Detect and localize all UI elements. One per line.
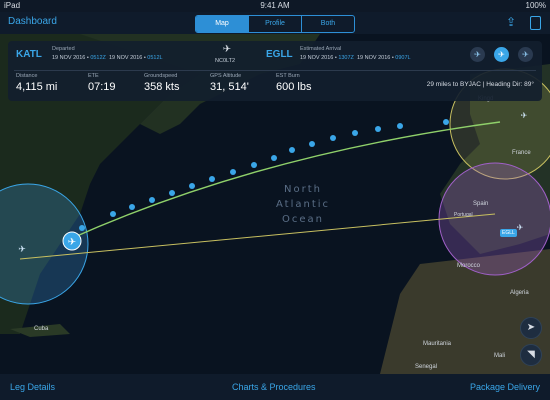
- estimated-arrival-label: Estimated Arrival: [300, 46, 342, 52]
- dashboard-button[interactable]: Dashboard: [8, 16, 57, 27]
- map-label-cuba: Cuba: [34, 326, 49, 332]
- waypoint: [79, 225, 85, 231]
- waypoint: [352, 130, 358, 136]
- descent-view-icon[interactable]: ✈: [518, 47, 533, 62]
- departure-time-utc: 0512Z: [90, 55, 106, 61]
- map-label-portugal: Portugal: [454, 212, 473, 218]
- departure-date-utc: 19 NOV 2016: [52, 55, 86, 61]
- waypoint: [129, 204, 135, 210]
- stat-label: GPS Altitude: [210, 73, 242, 79]
- nav-bar: Dashboard Map Profile Both ⇪: [0, 12, 550, 34]
- stat-est-burn: EST Burn 600 lbs: [276, 73, 311, 93]
- waypoint: [309, 141, 315, 147]
- status-bar: iPad 9:41 AM 100%: [0, 0, 550, 12]
- arrival-times: 19 NOV 2016 • 1307Z 19 NOV 2016 • 0907L: [300, 55, 411, 61]
- departure-time-local: 0512L: [147, 55, 163, 61]
- map-label-morocco: Morocco: [457, 263, 481, 269]
- leg-details-button[interactable]: Leg Details: [10, 382, 55, 392]
- aircraft-icon: ✈: [222, 44, 232, 55]
- map-label-algeria: Algeria: [510, 290, 529, 296]
- departure-date-local: 19 NOV 2016: [108, 55, 143, 61]
- tab-both[interactable]: Both: [301, 16, 354, 32]
- document-icon[interactable]: [530, 15, 544, 30]
- waypoint: [330, 135, 336, 141]
- stat-label: Distance: [16, 73, 38, 79]
- stat-label: Groundspeed: [144, 73, 178, 79]
- bottom-toolbar: Leg Details Charts & Procedures Package …: [0, 374, 550, 400]
- nav-actions: ⇪: [504, 15, 544, 30]
- map-label-mauritania: Mauritania: [423, 341, 452, 347]
- tab-profile[interactable]: Profile: [248, 16, 301, 32]
- locate-icon[interactable]: ➤: [520, 317, 542, 339]
- stat-groundspeed: Groundspeed 358 kts: [144, 73, 179, 93]
- waypoint: [289, 147, 295, 153]
- waypoint: [189, 183, 195, 189]
- stat-value: 31, 514': [210, 81, 249, 93]
- arrival-time-utc: 1307Z: [338, 55, 354, 61]
- next-waypoint-info: 29 miles to BYJAC | Heading Dir: 89°: [426, 81, 534, 88]
- arrival-date-utc: 19 NOV 2016: [300, 55, 334, 61]
- ocean-label: North Atlantic Ocean: [258, 182, 348, 227]
- departure-code: KATL: [16, 49, 42, 60]
- stat-value: 4,115 mi: [16, 81, 58, 93]
- stat-value: 358 kts: [144, 81, 180, 93]
- departed-label: Departed: [52, 46, 75, 52]
- flight-info-panel: KATL Departed 19 NOV 2016 • 0512Z 19 NOV…: [8, 41, 542, 101]
- clock: 9:41 AM: [260, 1, 290, 10]
- waypoint: [397, 123, 403, 129]
- aircraft-id: NC0LT2: [215, 58, 236, 64]
- departure-airplane-icon: ✈: [18, 244, 26, 254]
- stat-label: EST Burn: [276, 73, 300, 79]
- battery-label: 100%: [525, 1, 546, 10]
- map-label-mali: Mali: [494, 353, 506, 359]
- waypoint: [230, 169, 236, 175]
- waypoint: [209, 176, 215, 182]
- stat-value: 600 lbs: [276, 81, 312, 93]
- waypoint: [110, 211, 116, 217]
- waypoint: [169, 190, 175, 196]
- map-label-france: France: [512, 150, 531, 156]
- north-up-icon[interactable]: ◥: [520, 344, 542, 366]
- charts-procedures-button[interactable]: Charts & Procedures: [232, 382, 316, 392]
- destination-tag[interactable]: EGLL: [500, 229, 517, 237]
- map-label-spain: Spain: [473, 201, 489, 207]
- alternate-airplane-icon: ✈: [521, 111, 528, 120]
- cruise-view-icon[interactable]: ✈: [494, 47, 509, 62]
- share-icon[interactable]: ⇪: [504, 15, 518, 29]
- departure-times: 19 NOV 2016 • 0512Z 19 NOV 2016 • 0512L: [52, 55, 163, 61]
- destination-range-circle: [438, 162, 550, 276]
- package-delivery-button[interactable]: Package Delivery: [470, 382, 540, 392]
- panel-divider: [14, 70, 536, 71]
- view-segmented-control: Map Profile Both: [195, 15, 355, 33]
- stat-ete: ETE 07:19: [88, 73, 116, 93]
- waypoint: [271, 155, 277, 161]
- waypoint: [375, 126, 381, 132]
- stat-label: ETE: [88, 73, 99, 79]
- arrival-code: EGLL: [266, 49, 293, 60]
- ocean-label-line: Atlantic: [275, 199, 331, 210]
- map-label-senegal: Senegal: [415, 364, 438, 370]
- arrival-time-local: 0907L: [395, 55, 411, 61]
- climb-view-icon[interactable]: ✈: [470, 47, 485, 62]
- arrival-date-local: 19 NOV 2016: [356, 55, 391, 61]
- ocean-label-line: Ocean: [282, 214, 324, 225]
- tab-map[interactable]: Map: [196, 16, 248, 32]
- destination-airplane-icon: ✈: [517, 223, 524, 232]
- waypoint: [149, 197, 155, 203]
- waypoint: [251, 162, 257, 168]
- stat-distance: Distance 4,115 mi: [16, 73, 57, 93]
- waypoint: [443, 119, 449, 125]
- stat-gps-altitude: GPS Altitude 31, 514': [210, 73, 249, 93]
- airplane-icon: ✈: [68, 237, 76, 248]
- stat-value: 07:19: [88, 81, 116, 93]
- ocean-label-line: North: [284, 184, 322, 195]
